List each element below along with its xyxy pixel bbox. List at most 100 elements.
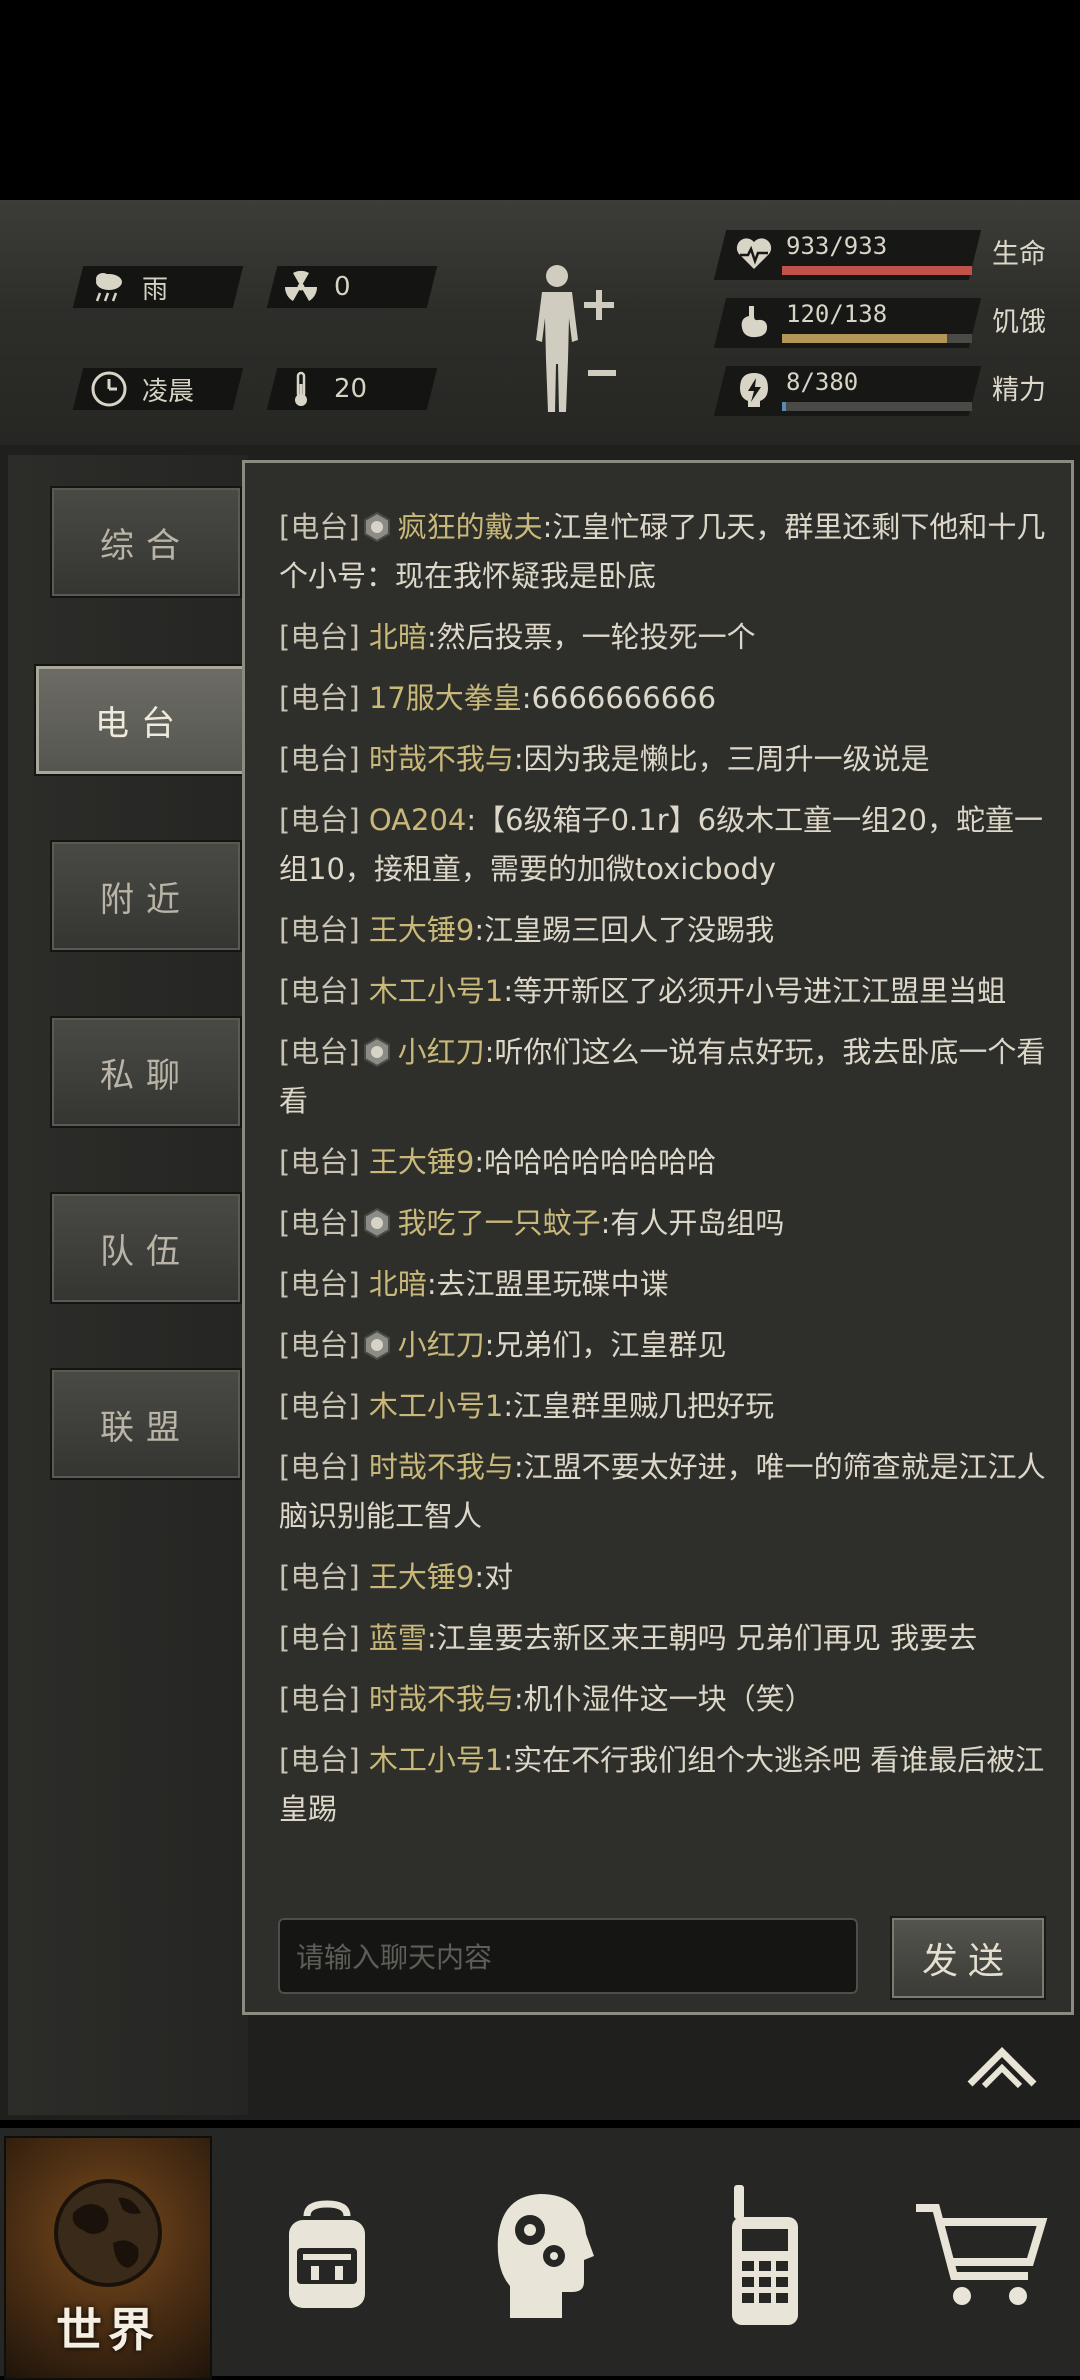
time-label: 凌晨	[142, 376, 195, 407]
sender-name[interactable]: 我吃了一只蚊子	[398, 1206, 601, 1240]
vip-badge-icon	[362, 1033, 392, 1068]
tab-label: 附近	[100, 879, 192, 920]
nav-radio-button[interactable]	[700, 2136, 830, 2376]
chat-message: [电台] 时哉不我与:机仆湿件这一块（笑）	[279, 1675, 1049, 1724]
tab-nearby[interactable]: 附近	[50, 840, 242, 952]
stat-bar-fill	[782, 266, 972, 275]
sender-name[interactable]: 时哉不我与	[369, 1682, 514, 1716]
chat-message: [电台] 木工小号1:实在不行我们组个大逃杀吧 看谁最后被江皇踢	[279, 1736, 1049, 1834]
chat-scrollbar[interactable]	[1045, 483, 1053, 1923]
channel-tag: [电台]	[279, 1145, 360, 1179]
sender-name[interactable]: 小红刀	[398, 1328, 485, 1362]
sender-name[interactable]: 时哉不我与	[369, 1450, 514, 1484]
thermometer-icon	[282, 370, 320, 408]
radiation-value: 0	[334, 272, 351, 302]
chat-message: [电台] 小红刀:听你们这么一说有点好玩，我去卧底一个看看	[279, 1028, 1049, 1126]
sender-name[interactable]: 北暗	[369, 1267, 427, 1301]
message-text: :听你们这么一说有点好玩，我去卧底一个看看	[279, 1035, 1046, 1118]
vip-badge-icon	[362, 1204, 392, 1239]
channel-tag: [电台]	[279, 1328, 360, 1362]
globe-icon	[54, 2179, 162, 2287]
chat-message: [电台] 蓝雪:江皇要去新区来王朝吗 兄弟们再见 我要去	[279, 1614, 1049, 1663]
chat-message: [电台] OA204:【6级箱子0.1r】6级木工童一组20，蛇童一组10，接租…	[279, 796, 1049, 894]
sender-name[interactable]: 小红刀	[398, 1035, 485, 1069]
channel-tag: [电台]	[279, 620, 360, 654]
sender-name[interactable]: 王大锤9	[369, 1145, 474, 1179]
sender-name[interactable]: 木工小号1	[369, 1389, 503, 1423]
message-text: :江皇踢三回人了没踢我	[474, 913, 775, 947]
tab-alliance[interactable]: 联盟	[50, 1368, 242, 1480]
message-text: :江皇要去新区来王朝吗 兄弟们再见 我要去	[426, 1621, 978, 1655]
temperature-indicator: 20	[282, 368, 367, 410]
sender-name[interactable]: OA204	[369, 803, 467, 837]
body-figure-icon	[536, 265, 616, 412]
stat-bar-fill	[782, 402, 786, 411]
tab-general[interactable]: 综合	[50, 486, 242, 598]
chat-message: [电台] 木工小号1:江皇群里贼几把好玩	[279, 1382, 1049, 1431]
message-text: :去江盟里玩碟中谍	[426, 1267, 669, 1301]
chat-log[interactable]: [电台] 疯狂的戴夫:江皇忙碌了几天，群里还剩下他和十几个小号：现在我怀疑我是卧底…	[242, 460, 1074, 2015]
message-text: :兄弟们，江皇群见	[484, 1328, 727, 1362]
stat-row-hunger: 120/138 饥饿	[713, 294, 1060, 350]
message-text: :有人开岛组吗	[600, 1206, 785, 1240]
tab-team[interactable]: 队伍	[50, 1192, 242, 1304]
channel-tag: [电台]	[279, 803, 360, 837]
stat-value: 120/138	[786, 300, 888, 328]
radiation-icon	[282, 268, 320, 306]
nav-backpack-button[interactable]	[252, 2136, 402, 2376]
sender-name[interactable]: 木工小号1	[369, 974, 503, 1008]
channel-tag: [电台]	[279, 1682, 360, 1716]
sender-name[interactable]: 王大锤9	[369, 1560, 474, 1594]
vip-badge-icon	[362, 1326, 392, 1361]
sender-name[interactable]: 17服大拳皇	[369, 681, 522, 715]
message-list: [电台] 疯狂的戴夫:江皇忙碌了几天，群里还剩下他和十几个小号：现在我怀疑我是卧底…	[279, 503, 1049, 1846]
sender-name[interactable]: 王大锤9	[369, 913, 474, 947]
channel-tag: [电台]	[279, 1621, 360, 1655]
sender-name[interactable]: 蓝雪	[369, 1621, 427, 1655]
message-text: :因为我是懒比，三周升一级说是	[513, 742, 930, 776]
sender-name[interactable]: 木工小号1	[369, 1743, 503, 1777]
chat-input[interactable]: 请输入聊天内容	[278, 1918, 858, 1994]
tab-label: 队伍	[100, 1231, 192, 1272]
nav-skills-button[interactable]	[470, 2136, 620, 2376]
stat-row-health: 933/933 生命	[713, 226, 1060, 282]
channel-tag: [电台]	[279, 1560, 360, 1594]
head-gears-icon	[497, 2194, 594, 2318]
rain-icon	[90, 268, 128, 306]
send-button[interactable]: 发送	[890, 1916, 1046, 2000]
message-text: :等开新区了必须开小号进江江盟里当蛆	[503, 974, 1007, 1008]
nav-world-button[interactable]: 世界	[4, 2136, 212, 2380]
chat-message: [电台] 王大锤9:江皇踢三回人了没踢我	[279, 906, 1049, 955]
channel-tag: [电台]	[279, 742, 360, 776]
stat-value: 933/933	[786, 232, 888, 260]
character-body-button[interactable]	[522, 262, 632, 422]
stat-bar-fill	[782, 334, 948, 343]
channel-tag: [电台]	[279, 1450, 360, 1484]
tab-private[interactable]: 私聊	[50, 1016, 242, 1128]
collapse-chevron-icon[interactable]	[962, 2040, 1042, 2096]
message-text: :江皇群里贼几把好玩	[503, 1389, 775, 1423]
stat-name: 饥饿	[992, 307, 1046, 338]
chat-message: [电台] 我吃了一只蚊子:有人开岛组吗	[279, 1199, 1049, 1248]
chat-message: [电台] 木工小号1:等开新区了必须开小号进江江盟里当蛆	[279, 967, 1049, 1016]
radiation-indicator: 0	[282, 266, 351, 308]
chat-message: [电台] 王大锤9:哈哈哈哈哈哈哈哈	[279, 1138, 1049, 1187]
sender-name[interactable]: 疯狂的戴夫	[398, 510, 543, 544]
nav-shop-button[interactable]	[900, 2136, 1060, 2376]
energy-icon	[734, 370, 774, 410]
channel-tag: [电台]	[279, 1206, 360, 1240]
sender-name[interactable]: 北暗	[369, 620, 427, 654]
tab-label: 综合	[100, 525, 192, 566]
tab-label: 电台	[95, 703, 187, 744]
tab-radio[interactable]: 电台	[34, 664, 248, 776]
tab-label: 联盟	[100, 1407, 192, 1448]
stat-bar	[782, 402, 972, 411]
sender-name[interactable]: 时哉不我与	[369, 742, 514, 776]
time-indicator: 凌晨	[90, 368, 194, 410]
walkie-talkie-icon	[732, 2185, 798, 2325]
message-text: :哈哈哈哈哈哈哈哈	[474, 1145, 717, 1179]
chat-message: [电台] 北暗:然后投票，一轮投死一个	[279, 613, 1049, 662]
weather-label: 雨	[142, 274, 169, 305]
chat-message: [电台] 北暗:去江盟里玩碟中谍	[279, 1260, 1049, 1309]
temperature-value: 20	[334, 374, 368, 404]
